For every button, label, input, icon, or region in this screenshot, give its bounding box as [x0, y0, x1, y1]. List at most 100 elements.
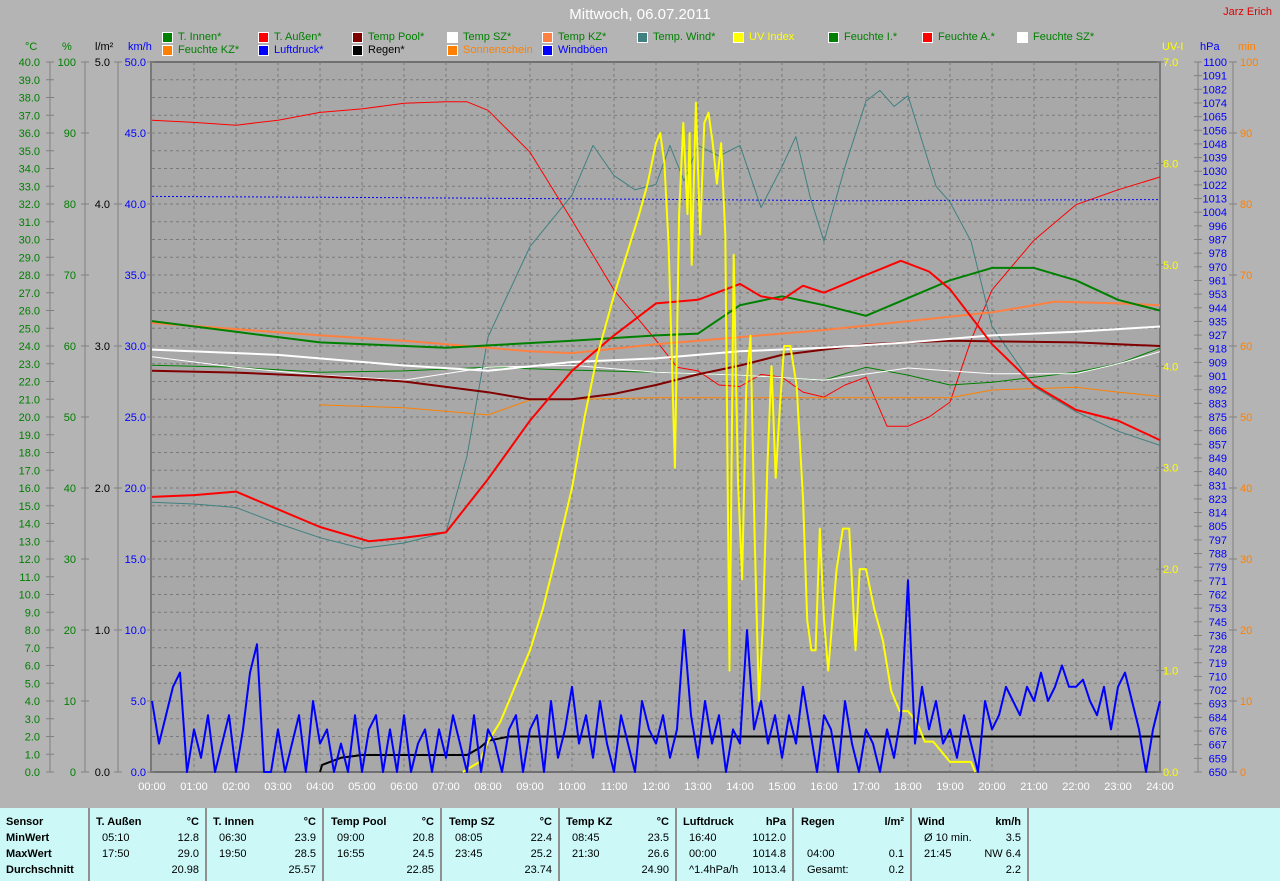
x-tick-label: 03:00: [264, 781, 292, 793]
pressure-tick-label: 849: [1209, 453, 1227, 465]
minutes-tick-label: 80: [1240, 199, 1252, 211]
celsius-tick-label: 6.0: [25, 661, 40, 673]
pressure-tick-label: 702: [1209, 685, 1227, 697]
cell-min: 12.8: [177, 832, 199, 844]
pressure-tick-label: 987: [1209, 235, 1227, 247]
cell-max: 25.2: [530, 848, 552, 860]
x-tick-label: 05:00: [348, 781, 376, 793]
x-tick-label: 08:00: [474, 781, 502, 793]
pressure-tick-label: 927: [1209, 330, 1227, 342]
sensor-column: Sensor MinWert MaxWert Durchschnitt: [0, 808, 90, 881]
pressure-tick-label: 1091: [1203, 71, 1227, 83]
table-column-t-außen: T. Außen °C 05:10 12.8 17:50 29.0 20.98: [90, 808, 207, 881]
pressure-tick-label: 1065: [1203, 112, 1227, 124]
table-column-temp-sz: Temp SZ °C 08:05 22.4 23:45 25.2 23.74: [443, 808, 560, 881]
minutes-tick-label: 100: [1240, 57, 1258, 69]
celsius-tick-label: 10.0: [19, 590, 40, 602]
cell-title: Temp SZ: [449, 816, 495, 828]
legend-swatch: [922, 31, 933, 43]
cell-max_time: 00:00: [689, 848, 717, 860]
percent-tick-label: 90: [64, 128, 76, 140]
percent-tick-label: 0: [70, 767, 76, 779]
x-tick-label: 15:00: [768, 781, 796, 793]
cell-title: Regen: [801, 816, 835, 828]
legend-swatch: [828, 31, 839, 43]
wind-tick-label: 30.0: [125, 341, 146, 353]
cell-min_time: 05:10: [102, 832, 130, 844]
celsius-tick-label: 22.0: [19, 377, 40, 389]
pressure-tick-label: 659: [1209, 753, 1227, 765]
pressure-tick-label: 805: [1209, 521, 1227, 533]
uv-tick-label: 5.0: [1163, 260, 1178, 272]
wind-tick-label: 15.0: [125, 554, 146, 566]
pressure-tick-label: 1013: [1203, 194, 1227, 206]
celsius-tick-label: 24.0: [19, 341, 40, 353]
legend-item: Temp KZ*: [542, 31, 606, 43]
x-tick-label: 24:00: [1146, 781, 1174, 793]
cell-max_time: 16:55: [337, 848, 365, 860]
cell-unit: l/m²: [884, 816, 904, 828]
celsius-tick-label: 29.0: [19, 252, 40, 264]
pressure-tick-label: 1004: [1203, 207, 1227, 219]
uv-axis-unit: UV-I: [1162, 41, 1183, 53]
pressure-tick-label: 710: [1209, 671, 1227, 683]
percent-axis-unit: %: [62, 41, 72, 53]
chart-title: Mittwoch, 06.07.2011: [569, 6, 711, 23]
wind-tick-label: 45.0: [125, 128, 146, 140]
pressure-tick-label: 978: [1209, 248, 1227, 260]
cell-max: 29.0: [177, 848, 199, 860]
legend-label: Feuchte SZ*: [1033, 31, 1095, 43]
cell-min: 22.4: [530, 832, 552, 844]
celsius-tick-label: 35.0: [19, 146, 40, 158]
pressure-tick-label: 944: [1209, 303, 1227, 315]
pressure-tick-label: 935: [1209, 316, 1227, 328]
cell-max_time: 23:45: [455, 848, 483, 860]
row-label-avg: Durchschnitt: [6, 864, 74, 876]
legend-label: Regen*: [368, 44, 405, 56]
pressure-tick-label: 892: [1209, 385, 1227, 397]
x-tick-label: 21:00: [1020, 781, 1048, 793]
table-column-temp-kz: Temp KZ °C 08:45 23.5 21:30 26.6 24.90: [560, 808, 677, 881]
table-column-wind: Wind km/h Ø 10 min. 3.5 21:45 NW 6.4 2.2: [912, 808, 1029, 881]
minutes-tick-label: 50: [1240, 412, 1252, 424]
legend-swatch: [447, 44, 458, 56]
cell-max_time: 21:45: [924, 848, 952, 860]
pressure-tick-label: 693: [1209, 699, 1227, 711]
legend-swatch: [162, 31, 173, 43]
legend-item: Feuchte I.*: [828, 31, 897, 43]
x-tick-label: 17:00: [852, 781, 880, 793]
cell-min_time: 06:30: [219, 832, 247, 844]
cell-min: 23.9: [294, 832, 316, 844]
pressure-tick-label: 1100: [1203, 57, 1227, 69]
cell-avg: 20.98: [171, 864, 199, 876]
percent-tick-label: 100: [58, 57, 76, 69]
legend-swatch: [637, 31, 648, 43]
table-column-regen: Regen l/m² 04:00 0.1 Gesamt: 0.2: [795, 808, 912, 881]
celsius-tick-label: 4.0: [25, 696, 40, 708]
x-tick-label: 20:00: [978, 781, 1006, 793]
cell-unit: °C: [539, 816, 552, 828]
cell-unit: °C: [303, 816, 316, 828]
cell-max: 26.6: [647, 848, 669, 860]
x-tick-label: 02:00: [222, 781, 250, 793]
percent-tick-label: 70: [64, 270, 76, 282]
pressure-tick-label: 857: [1209, 439, 1227, 451]
x-tick-label: 10:00: [558, 781, 586, 793]
pressure-tick-label: 883: [1209, 398, 1227, 410]
x-tick-label: 04:00: [306, 781, 334, 793]
minutes-tick-label: 20: [1240, 625, 1252, 637]
pressure-tick-label: 840: [1209, 467, 1227, 479]
pressure-tick-label: 814: [1209, 508, 1227, 520]
pressure-tick-label: 797: [1209, 535, 1227, 547]
row-label-max: MaxWert: [6, 848, 52, 860]
percent-tick-label: 50: [64, 412, 76, 424]
cell-min_time: 09:00: [337, 832, 365, 844]
pressure-tick-label: 901: [1209, 371, 1227, 383]
minutes-tick-label: 30: [1240, 554, 1252, 566]
pressure-tick-label: 771: [1209, 576, 1227, 588]
celsius-tick-label: 17.0: [19, 465, 40, 477]
pressure-tick-label: 996: [1209, 221, 1227, 233]
x-tick-label: 12:00: [642, 781, 670, 793]
pressure-tick-label: 762: [1209, 590, 1227, 602]
cell-max_time: 21:30: [572, 848, 600, 860]
